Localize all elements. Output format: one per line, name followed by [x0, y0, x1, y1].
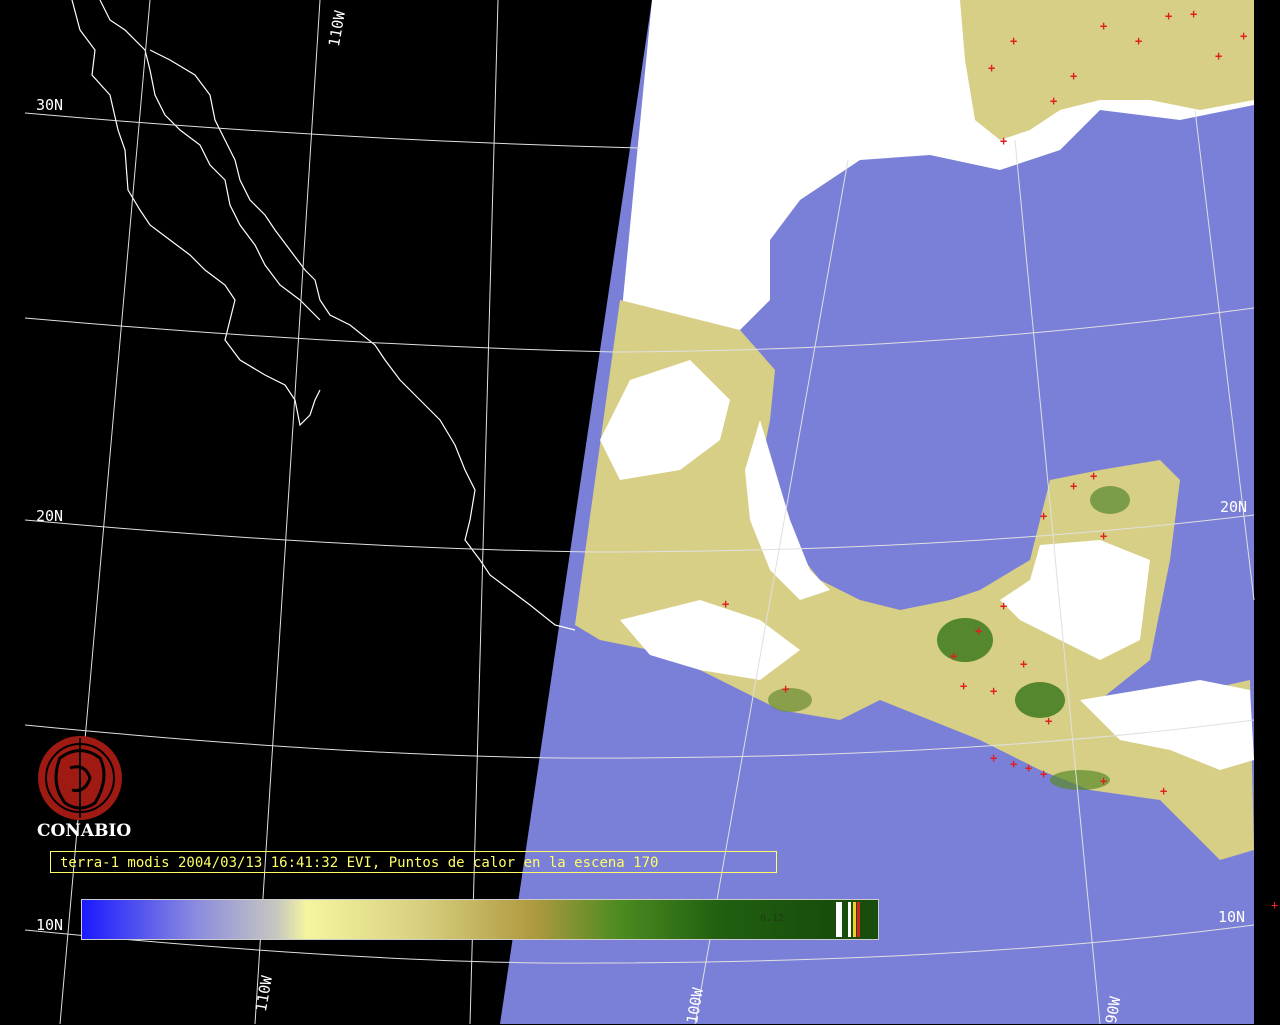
hotspot-marker: +	[1010, 757, 1017, 771]
hotspot-marker: +	[1135, 34, 1142, 48]
colorbar-tick-red	[857, 902, 860, 937]
hotspot-marker: +	[1025, 761, 1032, 775]
colorbar-tick-yellow	[853, 902, 856, 937]
dense-vegetation-patch	[937, 618, 993, 662]
hotspot-marker: +	[975, 624, 982, 638]
conabio-logo-emblem	[38, 736, 122, 820]
hotspot-marker: +	[1240, 29, 1247, 43]
hotspot-marker: +	[1000, 134, 1007, 148]
hotspot-marker: +	[1050, 94, 1057, 108]
dense-vegetation-patch	[1090, 486, 1130, 514]
hotspot-marker: +	[1040, 767, 1047, 781]
hotspot-marker: +	[1090, 469, 1097, 483]
logo-text: CONABIO	[37, 821, 132, 841]
label-lat-30n: 30N	[36, 96, 64, 114]
hotspot-marker: +	[1215, 49, 1222, 63]
colorbar-tick-white-2	[848, 902, 851, 937]
hotspot-marker: +	[1070, 479, 1077, 493]
hotspot-marker: +	[1010, 34, 1017, 48]
hotspot-marker: +	[782, 682, 789, 696]
label-lat-10n-right: 10N	[1218, 908, 1246, 926]
hotspot-marker: +	[950, 649, 957, 663]
hotspot-marker: +	[1020, 657, 1027, 671]
hotspot-marker: +	[1100, 529, 1107, 543]
dense-vegetation-patch	[768, 688, 812, 712]
hotspot-marker: +	[1045, 714, 1052, 728]
colorbar-tick-white	[836, 902, 842, 937]
hotspot-marker-edge: +	[1271, 898, 1279, 912]
colorbar-gradient	[82, 900, 832, 939]
hotspot-marker: +	[1000, 599, 1007, 613]
label-lat-20n-left: 20N	[36, 507, 64, 525]
hotspot-marker: +	[990, 751, 997, 765]
hotspot-marker: +	[960, 679, 967, 693]
hotspot-marker: +	[1160, 784, 1167, 798]
hotspot-marker: +	[1190, 7, 1197, 21]
hotspot-marker: +	[1100, 19, 1107, 33]
hotspot-marker: +	[990, 684, 997, 698]
hotspot-marker: +	[1165, 9, 1172, 23]
image-caption: terra-1 modis 2004/03/13 16:41:32 EVI, P…	[50, 851, 777, 873]
dense-vegetation-patch	[1015, 682, 1065, 718]
hotspot-marker: +	[988, 61, 995, 75]
hotspot-marker: +	[1070, 69, 1077, 83]
colorbar-value-label: 0.12	[760, 913, 785, 924]
label-lat-20n-right: 20N	[1220, 498, 1248, 516]
hotspot-marker: +	[1040, 509, 1047, 523]
hotspot-marker: +	[1100, 774, 1107, 788]
label-lat-10n-left: 10N	[36, 916, 64, 934]
hotspot-marker: +	[722, 597, 729, 611]
